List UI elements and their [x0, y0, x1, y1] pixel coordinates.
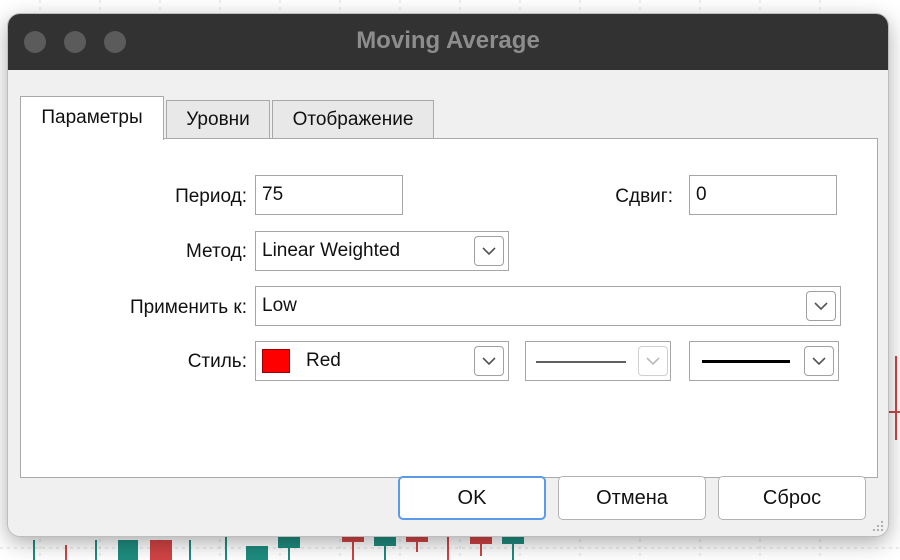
apply-to-select[interactable]: Low: [255, 286, 841, 326]
line-width-sample-icon: [702, 360, 790, 363]
period-label: Период:: [175, 186, 247, 207]
color-select[interactable]: Red: [255, 341, 509, 381]
tab-levels[interactable]: Уровни: [166, 100, 270, 138]
resize-grip-icon[interactable]: [870, 518, 884, 532]
shift-input[interactable]: 0: [689, 175, 837, 215]
line-style-sample-icon: [536, 361, 626, 363]
ok-button[interactable]: OK: [398, 476, 546, 520]
parameters-panel: Период: 75 Сдвиг: 0 Метод: Linear Weight…: [20, 138, 878, 478]
method-label: Метод:: [186, 241, 247, 262]
shift-label: Сдвиг:: [615, 186, 673, 207]
chevron-down-icon[interactable]: [474, 236, 504, 266]
chevron-down-icon[interactable]: [804, 346, 834, 376]
dialog-window: Moving Average Параметры Уровни Отображе…: [8, 14, 888, 536]
color-swatch: [262, 349, 290, 373]
method-select[interactable]: Linear Weighted: [255, 231, 509, 271]
tab-display[interactable]: Отображение: [272, 100, 434, 138]
cancel-button[interactable]: Отмена: [558, 476, 706, 520]
apply-to-label: Применить к:: [129, 297, 247, 318]
tab-parameters[interactable]: Параметры: [20, 96, 164, 140]
reset-button[interactable]: Сброс: [718, 476, 866, 520]
color-select-value: Red: [306, 350, 341, 371]
style-label: Стиль:: [187, 351, 247, 372]
title-bar[interactable]: Moving Average: [8, 14, 888, 70]
chevron-down-icon[interactable]: [474, 346, 504, 376]
window-title: Moving Average: [356, 27, 540, 54]
period-input[interactable]: 75: [255, 175, 403, 215]
line-style-select[interactable]: [525, 341, 671, 381]
apply-to-select-value: Low: [262, 295, 297, 316]
chevron-down-icon[interactable]: [638, 346, 668, 376]
dialog-body: Параметры Уровни Отображение Период: 75 …: [8, 70, 888, 536]
chevron-down-icon[interactable]: [806, 291, 836, 321]
method-select-value: Linear Weighted: [262, 240, 401, 261]
line-width-select[interactable]: [689, 341, 839, 381]
